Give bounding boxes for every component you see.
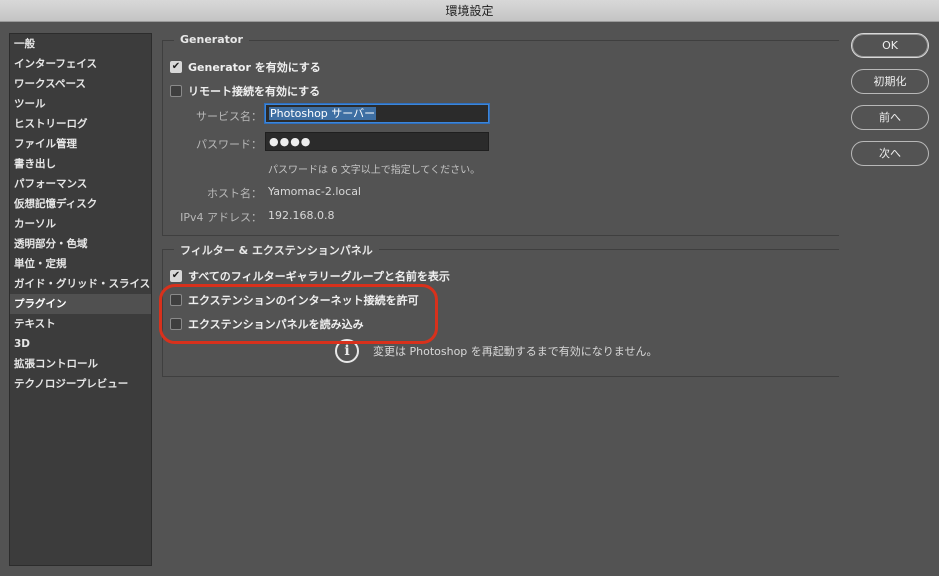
show-all-filters-checkbox[interactable]: ✔ すべてのフィルターギャラリーグループと名前を表示 (170, 268, 450, 284)
sidebar-item[interactable]: 透明部分・色域 (10, 234, 151, 254)
load-extension-panels-label: エクステンションパネルを読み込み (188, 318, 364, 331)
sidebar-item[interactable]: 仮想記憶ディスク (10, 194, 151, 214)
show-all-filters-label: すべてのフィルターギャラリーグループと名前を表示 (188, 270, 450, 283)
ipv4-label: IPv4 アドレス： (180, 211, 262, 224)
sidebar-item[interactable]: ツール (10, 94, 151, 114)
checkbox-box[interactable] (170, 85, 182, 97)
restart-notice: i 変更は Photoshop を再起動するまで有効になりません。 (335, 339, 657, 363)
sidebar-item[interactable]: 拡張コントロール (10, 354, 151, 374)
service-name-input[interactable]: Photoshop サーバー (265, 104, 489, 123)
sidebar-item[interactable]: インターフェイス (10, 54, 151, 74)
window-title: 環境設定 (0, 0, 939, 22)
allow-internet-checkbox[interactable]: エクステンションのインターネット接続を許可 (170, 292, 419, 308)
password-label: パスワード： (196, 138, 262, 151)
checkbox-box[interactable] (170, 318, 182, 330)
check-icon[interactable]: ✔ (170, 61, 182, 73)
sidebar-item[interactable]: ワークスペース (10, 74, 151, 94)
prev-button[interactable]: 前へ (851, 105, 929, 130)
remote-connection-checkbox[interactable]: リモート接続を有効にする (170, 83, 320, 99)
host-name-value: Yamomac-2.local (268, 185, 361, 198)
sidebar-item[interactable]: パフォーマンス (10, 174, 151, 194)
check-icon[interactable]: ✔ (170, 270, 182, 282)
info-icon: i (335, 339, 359, 363)
reset-button[interactable]: 初期化 (851, 69, 929, 94)
sidebar-item[interactable]: テキスト (10, 314, 151, 334)
restart-notice-text: 変更は Photoshop を再起動するまで有効になりません。 (373, 345, 658, 358)
password-hint: パスワードは 6 文字以上で指定してください。 (268, 165, 481, 176)
checkbox-box[interactable] (170, 294, 182, 306)
preferences-window: 一般 インターフェイス ワークスペース ツール ヒストリーログ ファイル管理 書き出し パフォ… (0, 22, 939, 576)
generator-group-title: Generator (174, 33, 249, 46)
host-name-label: ホスト名： (207, 187, 262, 200)
sidebar-item[interactable]: 3D (10, 334, 151, 354)
service-name-value: Photoshop サーバー (269, 107, 377, 120)
category-list[interactable]: 一般 インターフェイス ワークスペース ツール ヒストリーログ ファイル管理 書き出し パフォ… (9, 33, 152, 566)
next-button[interactable]: 次へ (851, 141, 929, 166)
allow-internet-label: エクステンションのインターネット接続を許可 (188, 294, 419, 307)
generator-enable-label: Generator を有効にする (188, 61, 321, 74)
sidebar-item[interactable]: カーソル (10, 214, 151, 234)
filters-group-title: フィルター & エクステンションパネル (174, 242, 379, 258)
password-input[interactable]: ●●●● (265, 132, 489, 151)
remote-connection-label: リモート接続を有効にする (188, 85, 321, 98)
sidebar-item[interactable]: テクノロジープレビュー (10, 374, 151, 394)
generator-enable-checkbox[interactable]: ✔ Generator を有効にする (170, 59, 321, 75)
service-name-label: サービス名： (196, 110, 262, 123)
sidebar-item[interactable]: 一般 (10, 34, 151, 54)
sidebar-item[interactable]: 単位・定規 (10, 254, 151, 274)
ipv4-value: 192.168.0.8 (268, 209, 335, 222)
sidebar-item[interactable]: ファイル管理 (10, 134, 151, 154)
sidebar-item[interactable]: プラグイン (10, 294, 151, 314)
sidebar-item[interactable]: ガイド・グリッド・スライス (10, 274, 151, 294)
sidebar-item[interactable]: 書き出し (10, 154, 151, 174)
ok-button[interactable]: OK (851, 33, 929, 58)
load-extension-panels-checkbox[interactable]: エクステンションパネルを読み込み (170, 316, 364, 332)
sidebar-item[interactable]: ヒストリーログ (10, 114, 151, 134)
